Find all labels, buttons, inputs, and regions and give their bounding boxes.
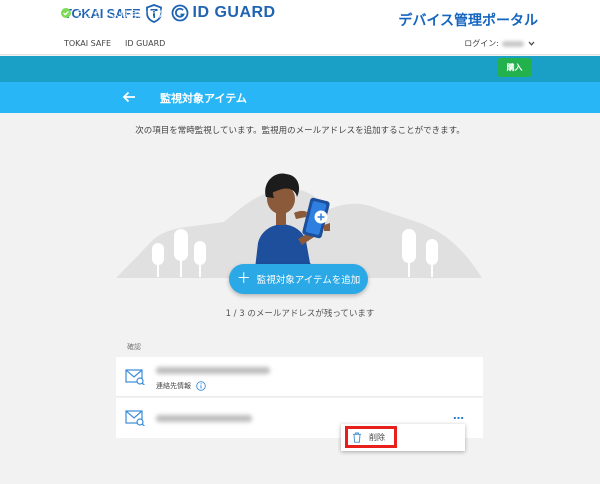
brand-id-text: ID GUARD xyxy=(192,4,276,21)
portal-title: デバイス管理ポータル xyxy=(398,13,538,29)
id-guard-icon xyxy=(171,4,188,22)
mail-search-icon xyxy=(125,369,145,385)
nav-item-id-guard[interactable]: ID GUARD xyxy=(125,39,165,48)
chevron-down-icon xyxy=(528,41,535,46)
login-username xyxy=(502,40,524,47)
login-menu[interactable]: ログイン: xyxy=(464,38,536,49)
trash-icon xyxy=(353,432,361,443)
context-menu: 削除 xyxy=(341,424,465,451)
contact-info-row: 連絡先情報 xyxy=(156,381,206,391)
buy-button[interactable]: 購入 xyxy=(498,58,531,77)
contact-info-label: 連絡先情報 xyxy=(156,382,191,390)
check-circle-icon xyxy=(61,8,71,18)
top-nav: TOKAI SAFE ID GUARD xyxy=(64,39,165,48)
plus-icon: ＋ xyxy=(236,270,251,287)
add-button-label: 監視対象アイテムを追加 xyxy=(256,275,361,286)
nav-item-tokai-safe[interactable]: TOKAI SAFE xyxy=(64,39,111,48)
back-arrow-icon[interactable] xyxy=(122,91,136,103)
list-item[interactable]: 連絡先情報 xyxy=(116,357,483,397)
monitoring-illustration xyxy=(116,173,482,278)
page-header xyxy=(0,82,600,113)
section-label: 確認 xyxy=(127,343,141,351)
page-description: 次の項目を常時監視しています。監視用のメールアドレスを追加することができます。 xyxy=(135,126,465,136)
mail-search-icon xyxy=(125,410,145,426)
add-monitored-item-button[interactable]: ＋ 監視対象アイテムを追加 xyxy=(229,264,368,294)
remaining-count-text: 1 / 3 のメールアドレスが残っています xyxy=(225,309,375,319)
page-title: 監視対象アイテム xyxy=(160,92,247,105)
license-status-text: ライセンスは有効です。 xyxy=(75,10,173,20)
delete-label: 削除 xyxy=(369,432,385,442)
email-address-redacted xyxy=(156,415,252,422)
login-label: ログイン: xyxy=(464,39,499,48)
delete-menu-item[interactable]: 削除 xyxy=(345,426,397,448)
info-icon[interactable] xyxy=(196,381,206,391)
more-options-menu[interactable]: … xyxy=(453,409,465,422)
email-address-redacted xyxy=(156,367,270,374)
